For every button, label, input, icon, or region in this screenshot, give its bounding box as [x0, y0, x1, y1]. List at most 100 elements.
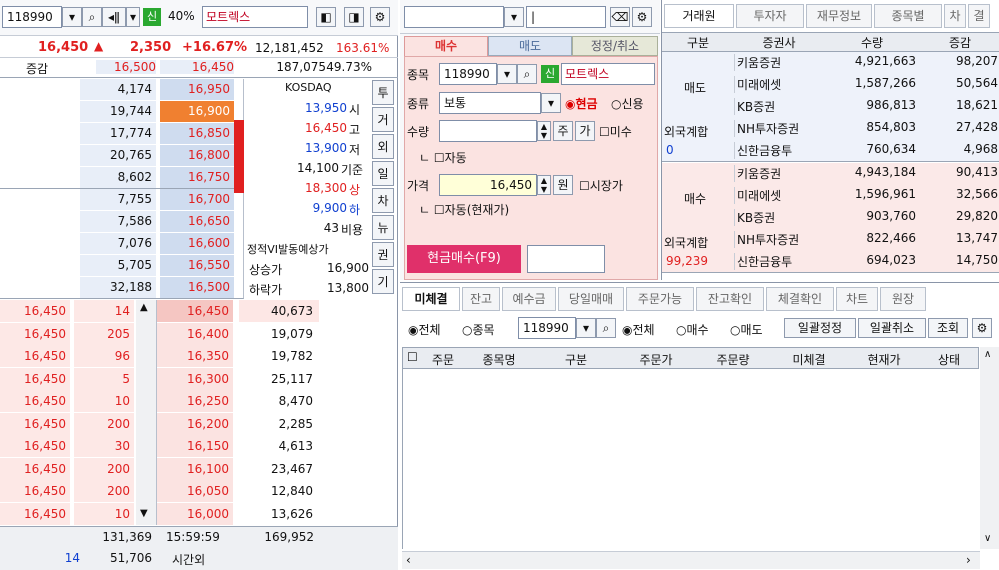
orders-vscrollbar[interactable]: ∧ ∨ — [980, 347, 999, 549]
broker-tab-1[interactable]: 거래원 — [664, 4, 734, 28]
auto-price-checkbox[interactable]: ㄴ ☐자동(현재가) — [419, 201, 509, 218]
orders-scroll-down-icon[interactable]: ∨ — [984, 533, 991, 544]
order-amount-field[interactable] — [527, 245, 605, 273]
orders-scroll-up-icon[interactable]: ∧ — [984, 349, 991, 360]
side-button-3[interactable]: 외 — [372, 134, 394, 159]
ask-price[interactable]: 16,500 — [160, 277, 234, 298]
credit-radio[interactable]: ○신용 — [611, 95, 644, 112]
filter-all-radio[interactable]: ◉전체 — [408, 321, 441, 338]
qty-stepper[interactable]: ▲ ▼ — [537, 121, 551, 141]
search-icon[interactable]: ⌕ — [82, 7, 102, 27]
side-button-5[interactable]: 차 — [372, 188, 394, 213]
order-tab-sell[interactable]: 매도 — [488, 36, 572, 56]
order-code-dropdown[interactable]: ▾ — [497, 64, 517, 84]
bid-price[interactable]: 16,350 — [157, 345, 233, 367]
ask-price[interactable]: 16,900 — [160, 101, 234, 122]
order-search-icon[interactable]: ⌕ — [517, 64, 537, 84]
filter-code-input[interactable]: 118990 — [518, 317, 576, 339]
filter-buy-radio[interactable]: ○매수 — [676, 321, 709, 338]
broker-tab-4[interactable]: 종목별 — [874, 4, 942, 28]
bid-price[interactable]: 16,250 — [157, 390, 233, 412]
filter-sell-radio[interactable]: ○매도 — [730, 321, 763, 338]
broker-tab-6[interactable]: 결 — [968, 4, 990, 28]
side-button-8[interactable]: 기 — [372, 269, 394, 294]
ask-price[interactable]: 16,650 — [160, 211, 234, 232]
stock-name-field[interactable]: 모트렉스 — [202, 6, 308, 28]
auto-qty-checkbox[interactable]: ㄴ ☐자동 — [419, 149, 467, 166]
misu-checkbox[interactable]: ☐미수 — [599, 123, 632, 140]
order-tab-buy[interactable]: 매수 — [404, 36, 488, 56]
window-icon[interactable]: ◨ — [344, 7, 364, 27]
account-select[interactable] — [404, 6, 504, 28]
orders-tab-2[interactable]: 잔고 — [462, 287, 500, 311]
price-input[interactable]: 16,450 — [439, 174, 537, 196]
orders-tab-4[interactable]: 당일매매 — [558, 287, 624, 311]
bid-price[interactable]: 16,450 — [157, 300, 233, 322]
cash-radio[interactable]: ◉현금 — [565, 95, 598, 112]
tick-scrollbar[interactable]: ▲ ▼ — [136, 300, 156, 525]
code-dropdown-button[interactable]: ▾ — [62, 7, 82, 27]
side-button-4[interactable]: 일 — [372, 161, 394, 186]
orders-tab-7[interactable]: 체결확인 — [766, 287, 834, 311]
side-button-6[interactable]: 뉴 — [372, 215, 394, 240]
account-dropdown-button[interactable]: ▾ — [504, 7, 524, 27]
won-button[interactable]: 원 — [553, 175, 573, 195]
broker-tab-2[interactable]: 투자자 — [736, 4, 804, 28]
orders-tab-5[interactable]: 주문가능 — [626, 287, 694, 311]
side-button-7[interactable]: 권 — [372, 242, 394, 267]
ask-price[interactable]: 16,700 — [160, 189, 234, 210]
sound-icon[interactable]: ◂ǁ — [102, 7, 126, 27]
filter-stock-radio[interactable]: ○종목 — [462, 321, 495, 338]
bid-price[interactable]: 16,000 — [157, 502, 233, 525]
stock-code-input[interactable]: 118990 — [2, 6, 62, 28]
orders-tab-6[interactable]: 잔고확인 — [696, 287, 764, 311]
orders-tab-1[interactable]: 미체결 — [402, 287, 460, 311]
orders-scroll-left-icon[interactable]: ‹ — [406, 553, 411, 567]
ask-price[interactable]: 16,600 — [160, 233, 234, 254]
orders-settings-gear-icon[interactable]: ⚙ — [972, 318, 992, 338]
bid-price[interactable]: 16,400 — [157, 322, 233, 345]
ask-price[interactable]: 16,950 — [160, 79, 234, 100]
filter-all2-radio[interactable]: ◉전체 — [622, 321, 655, 338]
sound-dropdown-button[interactable]: ▾ — [126, 7, 140, 27]
ask-price[interactable]: 16,750 — [160, 167, 234, 188]
filter-search-icon[interactable]: ⌕ — [596, 318, 616, 338]
side-button-1[interactable]: 투 — [372, 80, 394, 105]
order-tab-modify[interactable]: 정정/취소 — [572, 36, 658, 56]
ask-price[interactable]: 16,850 — [160, 123, 234, 144]
orders-tab-3[interactable]: 예수금 — [502, 287, 556, 311]
qty-input[interactable] — [439, 120, 537, 142]
filter-code-dropdown[interactable]: ▾ — [576, 318, 596, 338]
bid-price[interactable]: 16,100 — [157, 457, 233, 480]
settings-gear-icon[interactable]: ⚙ — [370, 7, 390, 27]
scroll-up-icon[interactable]: ▲ — [140, 302, 148, 313]
bulk-cancel-button[interactable]: 일괄취소 — [858, 318, 926, 338]
eraser-icon[interactable]: ⌫ — [610, 7, 630, 27]
bulk-modify-button[interactable]: 일괄정정 — [784, 318, 856, 338]
password-input[interactable]: | — [526, 6, 606, 28]
bid-price[interactable]: 16,150 — [157, 435, 233, 457]
ask-price[interactable]: 16,800 — [160, 145, 234, 166]
cash-buy-button[interactable]: 현금매수(F9) — [407, 245, 521, 273]
qty-price-button[interactable]: 가 — [575, 121, 595, 141]
side-button-2[interactable]: 거 — [372, 107, 394, 132]
order-code-input[interactable]: 118990 — [439, 63, 497, 85]
select-all-checkbox[interactable]: ☐ — [407, 350, 418, 364]
order-type-select[interactable]: 보통 — [439, 92, 541, 114]
query-button[interactable]: 조회 — [928, 318, 968, 338]
orders-hscrollbar[interactable]: ‹ › — [402, 551, 980, 569]
ask-price[interactable]: 16,550 — [160, 255, 234, 276]
bid-price[interactable]: 16,200 — [157, 412, 233, 435]
orders-scroll-right-icon[interactable]: › — [966, 553, 971, 567]
broker-tab-5[interactable]: 차 — [944, 4, 966, 28]
market-price-checkbox[interactable]: ☐시장가 — [579, 177, 623, 194]
orders-tab-9[interactable]: 원장 — [880, 287, 926, 311]
order-type-dropdown[interactable]: ▾ — [541, 93, 561, 113]
broker-tab-3[interactable]: 재무정보 — [806, 4, 872, 28]
orders-tab-8[interactable]: 차트 — [836, 287, 878, 311]
panel-layout-icon[interactable]: ◧ — [316, 7, 336, 27]
qty-unit-button[interactable]: 주 — [553, 121, 573, 141]
order-settings-gear-icon[interactable]: ⚙ — [632, 7, 652, 27]
scroll-down-icon[interactable]: ▼ — [140, 508, 148, 519]
bid-price[interactable]: 16,050 — [157, 480, 233, 502]
